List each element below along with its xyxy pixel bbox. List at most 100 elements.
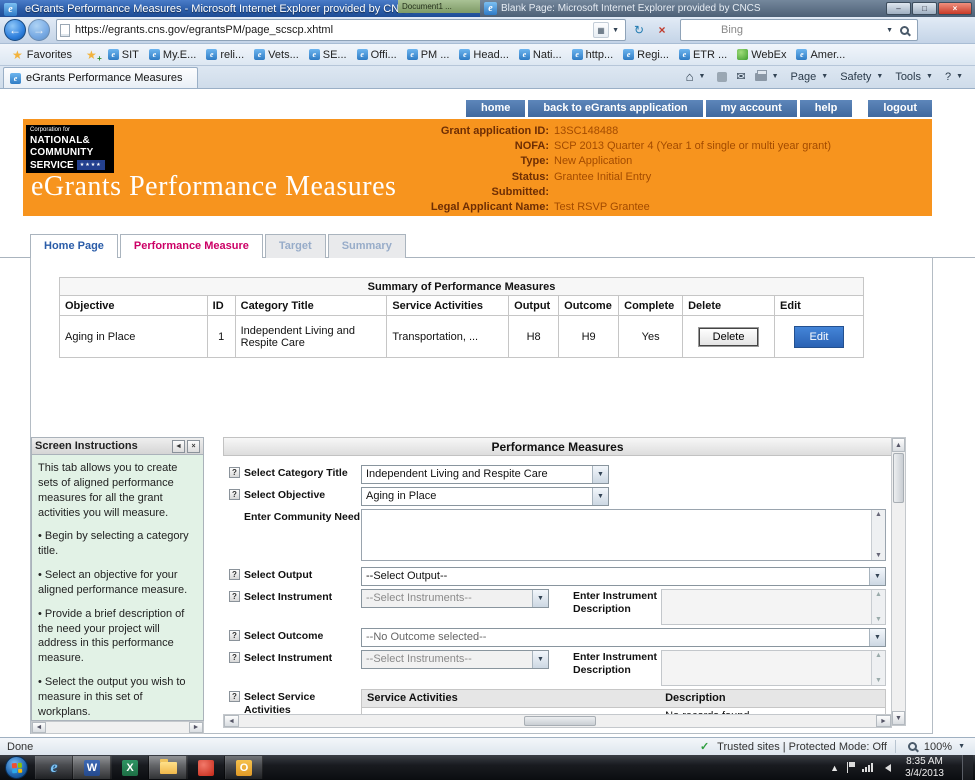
search-icon[interactable] bbox=[900, 26, 909, 35]
favorites-bar-item[interactable]: eOffi... bbox=[352, 45, 402, 65]
help-icon[interactable]: ? bbox=[229, 467, 240, 478]
tab-home-page[interactable]: Home Page bbox=[30, 234, 118, 258]
url-text[interactable]: https://egrants.cns.gov/egrantsPM/page_s… bbox=[70, 24, 593, 36]
page-menu[interactable]: Page▼ bbox=[787, 70, 836, 84]
security-zone-text[interactable]: Trusted sites | Protected Mode: Off bbox=[717, 741, 887, 753]
textarea-scrollbar[interactable]: ▲▼ bbox=[871, 510, 885, 560]
show-desktop-button[interactable] bbox=[962, 755, 973, 780]
scroll-left-icon[interactable]: ◄ bbox=[32, 722, 46, 733]
favorites-bar-item[interactable]: eVets... bbox=[249, 45, 304, 65]
help-icon[interactable]: ? bbox=[229, 569, 240, 580]
favorites-bar-item[interactable]: eMy.E... bbox=[144, 45, 201, 65]
search-provider-label[interactable]: Bing bbox=[685, 24, 883, 36]
stop-button[interactable]: × bbox=[652, 20, 672, 40]
favorites-bar-item[interactable]: eRegi... bbox=[618, 45, 674, 65]
scroll-down-icon[interactable]: ▼ bbox=[892, 711, 905, 725]
favorites-button[interactable]: ★ Favorites bbox=[4, 45, 80, 65]
background-window-document[interactable]: Document1 ... bbox=[398, 0, 480, 13]
address-dropdown-icon[interactable]: ▼ bbox=[609, 27, 622, 34]
taskbar-explorer-button[interactable] bbox=[149, 756, 187, 779]
taskbar-outlook-button[interactable]: O bbox=[225, 756, 263, 779]
textarea-scrollbar[interactable]: ▲▼ bbox=[871, 651, 885, 685]
back-button[interactable]: ← bbox=[4, 19, 26, 41]
community-need-textarea[interactable]: ▲▼ bbox=[361, 509, 886, 561]
taskbar-ie-button[interactable]: e bbox=[35, 756, 73, 779]
browser-tab[interactable]: e eGrants Performance Measures bbox=[3, 67, 198, 88]
background-window-blank-page[interactable]: e Blank Page: Microsoft Internet Explore… bbox=[480, 0, 975, 17]
scroll-left-icon[interactable]: ◄ bbox=[224, 715, 239, 727]
home-button[interactable]: ⌂▼ bbox=[682, 68, 713, 85]
tab-summary[interactable]: Summary bbox=[328, 234, 406, 258]
objective-select[interactable]: Aging in Place ▼ bbox=[361, 487, 609, 506]
output-select[interactable]: --Select Output-- ▼ bbox=[361, 567, 886, 586]
close-button[interactable]: × bbox=[938, 2, 972, 15]
favorites-bar-item[interactable]: eSE... bbox=[304, 45, 352, 65]
forward-button[interactable]: → bbox=[28, 19, 50, 41]
close-panel-icon[interactable]: × bbox=[187, 440, 200, 453]
taskbar-word-button[interactable]: W bbox=[73, 756, 111, 779]
textarea-scrollbar[interactable]: ▲▼ bbox=[871, 590, 885, 624]
compatibility-view-icon[interactable]: ▦ bbox=[593, 22, 609, 38]
delete-button[interactable]: Delete bbox=[699, 328, 759, 346]
start-button[interactable] bbox=[5, 756, 28, 779]
network-icon[interactable] bbox=[862, 763, 873, 772]
volume-icon[interactable] bbox=[881, 764, 891, 772]
favorites-bar-item[interactable]: ehttp... bbox=[567, 45, 619, 65]
taskbar-media-button[interactable] bbox=[187, 756, 225, 779]
scroll-down-icon[interactable]: ▼ bbox=[875, 552, 882, 559]
refresh-button[interactable]: ↻ bbox=[629, 20, 649, 40]
help-icon[interactable]: ? bbox=[229, 630, 240, 641]
taskbar-excel-button[interactable]: X bbox=[111, 756, 149, 779]
help-menu[interactable]: ?▼ bbox=[941, 70, 970, 84]
favorites-bar-item[interactable]: eSIT bbox=[103, 45, 144, 65]
favorites-bar-item[interactable]: eETR ... bbox=[674, 45, 732, 65]
instrument-select[interactable]: --Select Instruments-- ▼ bbox=[361, 650, 549, 669]
edit-button[interactable]: Edit bbox=[794, 326, 845, 348]
print-button[interactable]: ▼ bbox=[751, 72, 786, 82]
safety-menu[interactable]: Safety▼ bbox=[836, 70, 890, 84]
zoom-control[interactable]: 100% ▼ bbox=[904, 741, 968, 753]
scroll-down-icon[interactable]: ▼ bbox=[875, 677, 882, 684]
scroll-up-icon[interactable]: ▲ bbox=[875, 511, 882, 518]
scrollbar-thumb[interactable] bbox=[524, 716, 596, 726]
nav-logout-button[interactable]: logout bbox=[868, 100, 932, 117]
nav-back-to-egrants-button[interactable]: back to eGrants application bbox=[528, 100, 702, 117]
minimize-button[interactable]: – bbox=[886, 2, 911, 15]
nav-my-account-button[interactable]: my account bbox=[706, 100, 797, 117]
scroll-right-icon[interactable]: ► bbox=[189, 722, 203, 733]
search-dropdown-icon[interactable]: ▼ bbox=[883, 27, 896, 34]
form-vertical-scrollbar[interactable]: ▲ ▼ bbox=[891, 437, 906, 726]
maximize-button[interactable]: □ bbox=[912, 2, 937, 15]
help-icon[interactable]: ? bbox=[229, 591, 240, 602]
add-favorite-button[interactable]: ★+ bbox=[80, 45, 103, 65]
action-center-icon[interactable] bbox=[847, 762, 854, 773]
scroll-up-icon[interactable]: ▲ bbox=[875, 591, 882, 598]
scroll-down-icon[interactable]: ▼ bbox=[875, 616, 882, 623]
form-horizontal-scrollbar[interactable]: ◄ ► bbox=[223, 714, 892, 728]
instructions-horizontal-scrollbar[interactable]: ◄ ► bbox=[31, 721, 204, 734]
outcome-select[interactable]: --No Outcome selected-- ▼ bbox=[361, 628, 886, 647]
scroll-up-icon[interactable]: ▲ bbox=[892, 438, 905, 452]
instrument-description-textarea[interactable]: ▲▼ bbox=[661, 589, 886, 625]
scroll-right-icon[interactable]: ► bbox=[876, 715, 891, 727]
address-field[interactable]: https://egrants.cns.gov/egrantsPM/page_s… bbox=[56, 19, 626, 41]
instrument-select[interactable]: --Select Instruments-- ▼ bbox=[361, 589, 549, 608]
search-box[interactable]: Bing ▼ bbox=[680, 19, 918, 41]
favorites-bar-item[interactable]: WebEx bbox=[732, 45, 791, 65]
scrollbar-thumb[interactable] bbox=[893, 453, 904, 503]
favorites-bar-item[interactable]: eNati... bbox=[514, 45, 567, 65]
tools-menu[interactable]: Tools▼ bbox=[891, 70, 940, 84]
category-title-select[interactable]: Independent Living and Respite Care ▼ bbox=[361, 465, 609, 484]
help-icon[interactable]: ? bbox=[229, 489, 240, 500]
nav-home-button[interactable]: home bbox=[466, 100, 525, 117]
nav-help-button[interactable]: help bbox=[800, 100, 853, 117]
favorites-bar-item[interactable]: ePM ... bbox=[402, 45, 455, 65]
favorites-bar-item[interactable]: eAmer... bbox=[791, 45, 850, 65]
favorites-bar-item[interactable]: ereli... bbox=[201, 45, 249, 65]
read-mail-button[interactable]: ✉ bbox=[732, 69, 749, 84]
show-hidden-icons-button[interactable]: ▲ bbox=[830, 763, 839, 773]
collapse-left-icon[interactable]: ◄ bbox=[172, 440, 185, 453]
feeds-button[interactable] bbox=[713, 71, 731, 83]
scroll-up-icon[interactable]: ▲ bbox=[875, 652, 882, 659]
favorites-bar-item[interactable]: eHead... bbox=[454, 45, 513, 65]
